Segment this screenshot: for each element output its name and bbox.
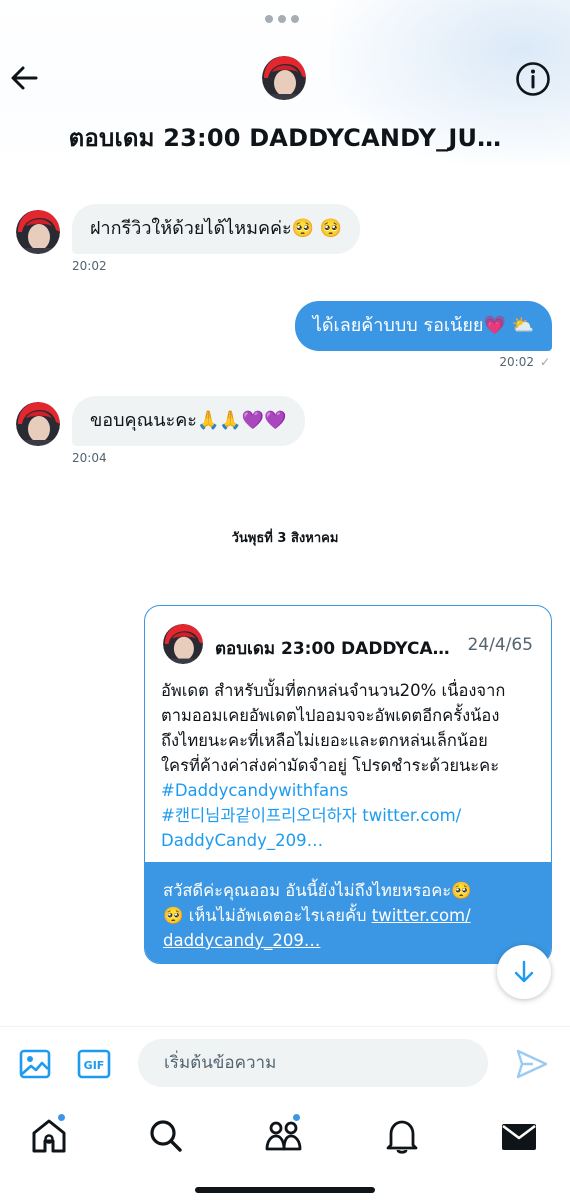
message-bubble[interactable]: ขอบคุณนะคะ🙏🙏💜💜 bbox=[72, 396, 305, 446]
gif-icon[interactable]: GIF bbox=[77, 1048, 111, 1080]
hashtag-link[interactable]: #캔디님과같이프리오더하자 bbox=[161, 806, 357, 825]
svg-text:GIF: GIF bbox=[84, 1059, 105, 1072]
back-arrow-icon[interactable] bbox=[8, 62, 40, 94]
tweet-text: อัพเดต สำหรับบั้มที่ตกหล่นจำนวน20% เนื่อ… bbox=[161, 678, 537, 853]
arrow-down-icon bbox=[514, 960, 534, 983]
grab-handle[interactable] bbox=[265, 15, 299, 23]
bottom-tab-bar bbox=[0, 1102, 570, 1200]
mail-icon[interactable] bbox=[499, 1116, 539, 1156]
notification-dot bbox=[57, 1113, 66, 1122]
hashtag-link[interactable]: #Daddycandywithfans bbox=[161, 781, 348, 800]
conversation-header: ตอบเดม 23:00 DADDYCANDY_JU… bbox=[0, 0, 570, 165]
search-icon[interactable] bbox=[146, 1116, 186, 1156]
tweet-author-name: ตอบเดม 23:00 DADDYCA… bbox=[215, 639, 450, 659]
avatar[interactable] bbox=[163, 624, 203, 664]
tweet-text-line: ใครที่ค้างค่าส่งค่ามัดจำอยู่ โปรดชำระด้ว… bbox=[161, 756, 500, 775]
reply-message-bubble[interactable]: สวัสดีค่ะคุณออม อันนี้ยังไม่ถึงไทยหรอคะ🥺… bbox=[145, 862, 551, 963]
home-icon[interactable] bbox=[29, 1116, 69, 1156]
tweet-text-line: อัพเดต สำหรับบั้มที่ตกหล่นจำนวน20% เนื่อ… bbox=[161, 681, 506, 700]
bell-icon[interactable] bbox=[382, 1116, 422, 1156]
message-input[interactable]: เริ่มต้นข้อความ bbox=[138, 1039, 488, 1087]
url-link[interactable]: twitter.com/ bbox=[357, 806, 461, 825]
message-composer: GIF เริ่มต้นข้อความ bbox=[0, 1026, 570, 1102]
reply-text-line: สวัสดีค่ะคุณออม อันนี้ยังไม่ถึงไทยหรอคะ🥺 bbox=[163, 881, 472, 900]
scroll-to-bottom-button[interactable] bbox=[497, 945, 551, 999]
url-link[interactable]: daddycandy_209… bbox=[163, 931, 320, 950]
tweet-text-line: ตามออมเคยอัพเดตไปออมจจะอัพเดตอีกครั้งน้อ… bbox=[161, 706, 500, 725]
date-separator: วันพุธที่ 3 สิงหาคม bbox=[231, 531, 339, 546]
message-time: 20:02 bbox=[499, 355, 534, 369]
url-link[interactable]: twitter.com/ bbox=[372, 906, 471, 925]
home-indicator[interactable] bbox=[195, 1187, 375, 1193]
tweet-text-line: ถึงไทยนะคะที่เหลือไม่เยอะและตกหล่นเล็กน้… bbox=[161, 731, 488, 750]
tweet-date: 24/4/65 bbox=[467, 635, 533, 655]
conversation-title[interactable]: ตอบเดม 23:00 DADDYCANDY_JU… bbox=[0, 118, 570, 157]
message-time: 20:04 bbox=[72, 451, 107, 465]
url-link[interactable]: DaddyCandy_209… bbox=[161, 831, 323, 850]
reply-text-line: 🥺 เห็นไม่อัพเดตอะไรเลยคั้บ bbox=[163, 906, 372, 925]
info-icon[interactable] bbox=[514, 60, 552, 98]
send-icon[interactable] bbox=[515, 1047, 549, 1081]
message-bubble-outgoing[interactable]: ได้เลยค้าบบบ รอเน้ยย💗 ⛅ bbox=[294, 301, 552, 351]
tweet-card-header: ตอบเดม 23:00 DADDYCA… 24/4/65 bbox=[163, 624, 533, 668]
communities-icon[interactable] bbox=[264, 1116, 304, 1156]
shared-tweet-card[interactable]: ตอบเดม 23:00 DADDYCA… 24/4/65 อัพเดต สำห… bbox=[144, 605, 552, 964]
avatar[interactable] bbox=[16, 210, 60, 254]
sent-check-icon: ✓ bbox=[539, 355, 550, 369]
image-icon[interactable] bbox=[18, 1047, 52, 1081]
message-time: 20:02 bbox=[72, 259, 107, 273]
message-bubble[interactable]: ฝากรีวิวให้ด้วยได้ไหมคค่ะ🥺 🥺 bbox=[72, 204, 361, 254]
avatar[interactable] bbox=[16, 402, 60, 446]
notification-dot bbox=[292, 1113, 301, 1122]
avatar[interactable] bbox=[262, 56, 306, 100]
